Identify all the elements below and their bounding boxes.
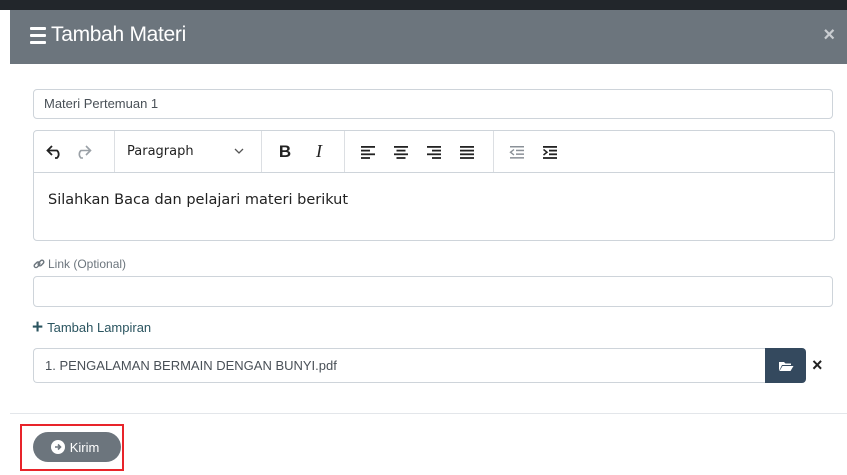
submit-label: Kirim [69, 439, 100, 455]
toolbar-separator [493, 131, 494, 172]
align-right-icon [427, 145, 441, 159]
toolbar-separator [261, 131, 262, 172]
align-justify-icon [460, 145, 474, 159]
outdent-button[interactable] [504, 131, 530, 172]
align-justify-button[interactable] [454, 131, 480, 172]
plus-icon: + [32, 317, 44, 338]
link-icon [33, 259, 45, 269]
remove-attachment-button[interactable]: × [812, 355, 823, 376]
browse-file-button[interactable] [765, 348, 806, 383]
chevron-down-icon [234, 148, 244, 154]
italic-button[interactable]: I [306, 131, 332, 172]
redo-icon [78, 144, 92, 159]
editor-toolbar: Paragraph B I [34, 131, 834, 173]
indent-icon [543, 145, 557, 159]
close-button[interactable]: × [823, 24, 835, 47]
align-center-button[interactable] [388, 131, 414, 172]
add-attachment-link[interactable]: + Tambah Lampiran [32, 318, 151, 337]
outdent-icon [509, 145, 524, 159]
align-left-icon [361, 145, 375, 159]
menu-icon [30, 27, 46, 45]
submit-button[interactable]: Kirim [33, 432, 121, 462]
add-attachment-label: Tambah Lampiran [47, 320, 152, 335]
modal-title: Tambah Materi [51, 23, 186, 46]
redo-button[interactable] [70, 131, 96, 172]
title-input[interactable]: Materi Pertemuan 1 [33, 89, 833, 119]
align-center-icon [394, 145, 408, 159]
align-right-button[interactable] [421, 131, 447, 172]
indent-button[interactable] [537, 131, 563, 172]
arrow-right-circle-icon [50, 440, 65, 454]
link-input[interactable] [33, 276, 833, 307]
link-label-text: Link (Optional) [48, 257, 127, 271]
block-format-select[interactable]: Paragraph [115, 131, 261, 172]
link-label: Link (Optional) [33, 257, 126, 271]
top-dark-strip [0, 0, 847, 10]
undo-icon [46, 144, 60, 159]
rich-text-editor[interactable]: Paragraph B I Silahkan Baca dan pelajari… [33, 130, 835, 241]
modal-header: Tambah Materi × [10, 10, 847, 64]
undo-button[interactable] [42, 131, 68, 172]
footer-divider [10, 413, 847, 414]
folder-open-icon [778, 361, 793, 371]
block-format-value: Paragraph [127, 144, 194, 159]
editor-content[interactable]: Silahkan Baca dan pelajari materi beriku… [48, 192, 348, 208]
bold-button[interactable]: B [272, 131, 298, 172]
attachment-file-field[interactable]: 1. PENGALAMAN BERMAIN DENGAN BUNYI.pdf [33, 348, 765, 383]
align-left-button[interactable] [355, 131, 381, 172]
toolbar-separator [344, 131, 345, 172]
